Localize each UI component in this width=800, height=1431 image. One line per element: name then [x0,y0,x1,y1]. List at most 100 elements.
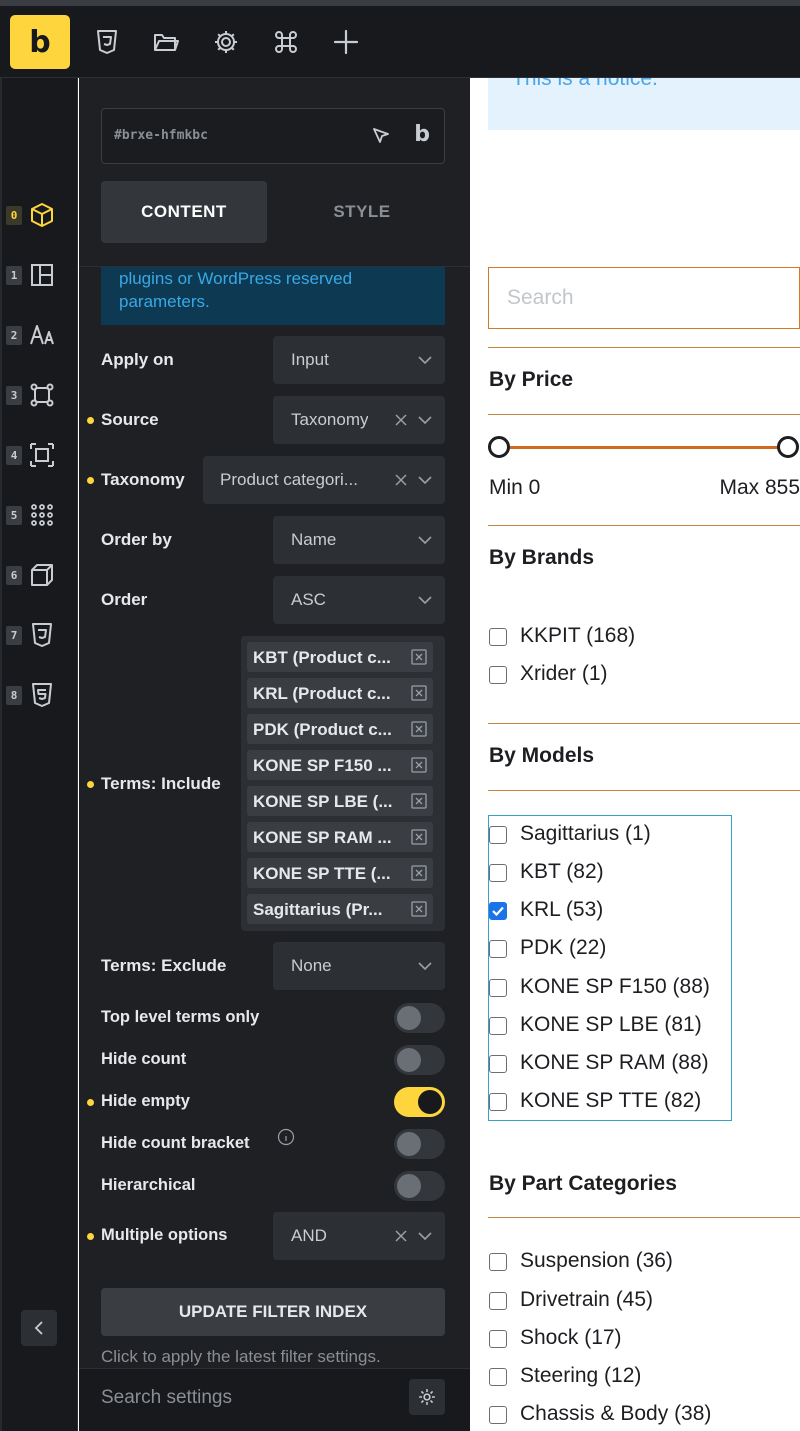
control-label: Multiple options [101,1226,228,1244]
hide-empty-toggle[interactable] [394,1087,445,1117]
checkbox[interactable] [489,666,507,684]
tab-content[interactable]: CONTENT [101,181,267,243]
hide-count-bracket-toggle[interactable] [394,1129,445,1159]
hide-count-toggle[interactable] [394,1045,445,1075]
notice-box: This is a notice. [488,78,800,130]
rail-item-2[interactable]: 2 [6,318,66,352]
search-settings-input[interactable]: Search settings [101,1387,232,1409]
select-value: Input [291,350,329,369]
hierarchical-toggle[interactable] [394,1171,445,1201]
toggle-knob [397,1174,421,1198]
term-tag: Sagittarius (Pr... [247,894,433,924]
changed-indicator [87,477,94,484]
price-max-label: Max 855 [719,476,800,499]
chevron-down-icon [418,476,432,485]
bricks-logo-button[interactable]: b [10,15,70,69]
cursor-icon[interactable] [370,125,392,147]
remove-tag-icon[interactable] [411,685,427,701]
tag-label: Sagittarius (Pr... [253,900,383,919]
multiple-options-select[interactable]: AND [273,1212,445,1260]
rail-item-5[interactable]: 5 [6,498,66,532]
bricks-b-icon[interactable]: b [414,122,430,147]
toggle-knob [418,1090,442,1114]
source-select[interactable]: Taxonomy [273,396,445,444]
option-label: Shock (17) [520,1326,622,1349]
panel-rail: 0 1 2 3 4 5 6 7 8 [0,78,78,1431]
taxonomy-select[interactable]: Product categori... [203,456,445,504]
html5-icon [32,683,52,707]
remove-tag-icon[interactable] [411,829,427,845]
checkbox[interactable] [489,628,507,646]
remove-tag-icon[interactable] [411,649,427,665]
brand-letter: b [29,24,51,60]
command-icon[interactable] [268,24,304,60]
clear-icon[interactable] [393,472,409,488]
chevron-down-icon [418,1232,432,1241]
checkbox-checked[interactable] [489,902,507,920]
gear-icon[interactable] [208,24,244,60]
checkbox[interactable] [489,1292,507,1310]
control-label: Top level terms only [101,1008,260,1026]
checkbox[interactable] [489,979,507,997]
collapse-panel-button[interactable] [21,1310,57,1346]
rail-item-6[interactable]: 6 [6,558,66,592]
remove-tag-icon[interactable] [411,757,427,773]
checkbox[interactable] [489,1330,507,1348]
rail-item-8[interactable]: 8 [6,678,66,712]
term-tag: KONE SP RAM ... [247,822,433,852]
checkbox[interactable] [489,1055,507,1073]
update-filter-index-button[interactable]: UPDATE FILTER INDEX [101,1288,445,1336]
term-tag: PDK (Product c... [247,714,433,744]
info-icon[interactable] [277,1128,295,1146]
rail-num: 3 [6,386,22,405]
order-by-select[interactable]: Name [273,516,445,564]
apply-on-select[interactable]: Input [273,336,445,384]
select-value: None [291,956,332,975]
rail-item-7[interactable]: 7 [6,618,66,652]
css3-icon [32,623,52,647]
price-min-handle[interactable] [488,436,510,458]
control-label: Hide count bracket [101,1134,250,1152]
brands-title: By Brands [489,546,595,569]
price-min-label: Min 0 [489,476,541,499]
checkbox[interactable] [489,864,507,882]
checkbox[interactable] [489,1368,507,1386]
filter-search-input[interactable] [489,268,799,328]
checkbox[interactable] [489,940,507,958]
remove-tag-icon[interactable] [411,901,427,917]
rail-item-0[interactable]: 0 [6,198,66,232]
top-level-toggle[interactable] [394,1003,445,1033]
checkbox[interactable] [489,1253,507,1271]
clear-icon[interactable] [393,1228,409,1244]
checkbox[interactable] [489,1406,507,1424]
terms-exclude-select[interactable]: None [273,942,445,990]
tab-style[interactable]: STYLE [279,181,445,243]
option-label: KONE SP TTE (82) [520,1089,702,1112]
price-range-track [498,446,788,449]
plus-icon[interactable] [328,24,364,60]
filter-search-box[interactable] [488,267,800,329]
option-label: Steering (12) [520,1364,642,1387]
checkbox[interactable] [489,826,507,844]
order-select[interactable]: ASC [273,576,445,624]
checkbox[interactable] [489,1093,507,1111]
rail-item-1[interactable]: 1 [6,258,66,292]
chevron-down-icon [418,962,432,971]
checkbox[interactable] [489,1017,507,1035]
tag-label: KRL (Product c... [253,684,391,703]
option-label: Sagittarius (1) [520,822,651,845]
remove-tag-icon[interactable] [411,721,427,737]
divider [488,525,800,526]
clear-icon[interactable] [393,412,409,428]
remove-tag-icon[interactable] [411,793,427,809]
terms-include-multiselect[interactable]: KBT (Product c... KRL (Product c... PDK … [241,636,445,931]
folder-icon[interactable] [148,24,184,60]
remove-tag-icon[interactable] [411,865,427,881]
settings-gear-button[interactable] [409,1379,445,1415]
css3-icon[interactable] [89,24,125,60]
rail-item-4[interactable]: 4 [6,438,66,472]
rail-item-3[interactable]: 3 [6,378,66,412]
rail-num: 6 [6,566,22,585]
element-id-field[interactable]: #brxe-hfmkbc b [101,108,445,164]
price-max-handle[interactable] [777,436,799,458]
